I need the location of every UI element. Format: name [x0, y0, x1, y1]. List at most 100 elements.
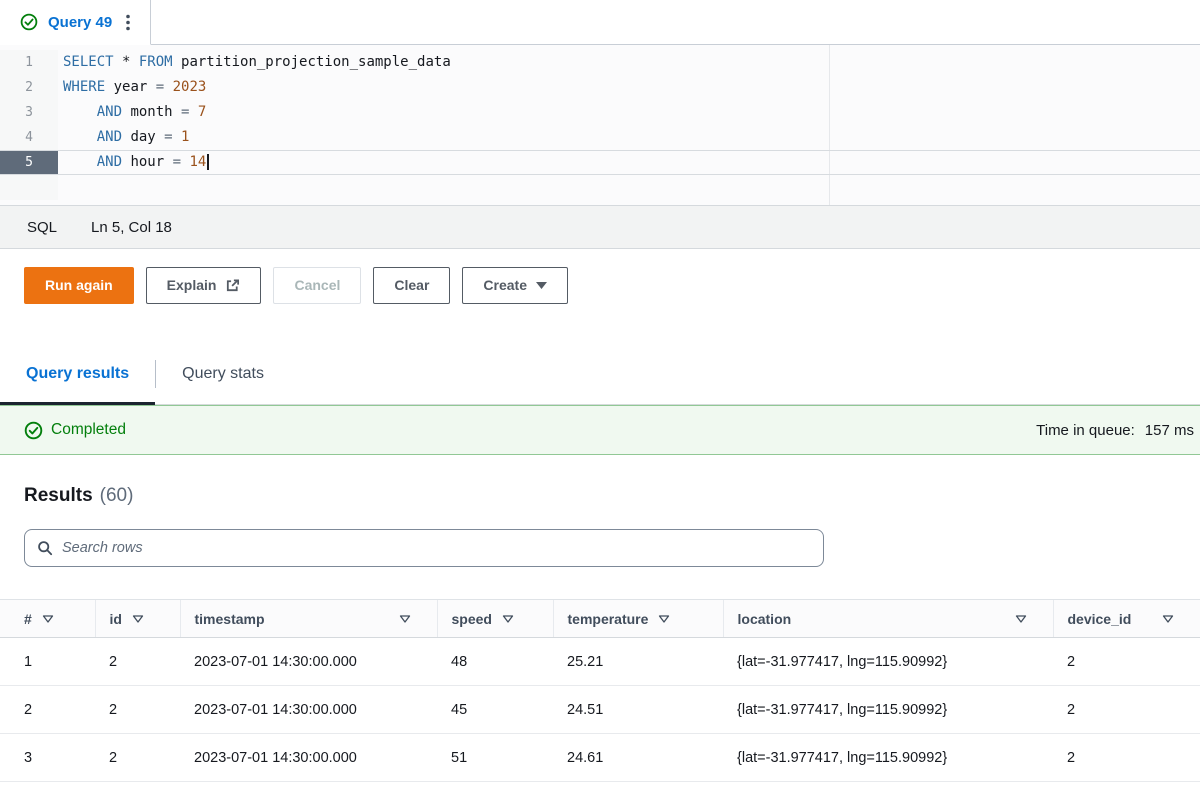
status-completed: Completed — [24, 421, 126, 440]
search-rows-input[interactable] — [62, 540, 811, 556]
table-row: 3 2 2023-07-01 14:30:00.000 51 24.61 {la… — [0, 734, 1200, 782]
line-number-empty — [0, 175, 58, 200]
filter-caret-icon[interactable] — [502, 615, 514, 623]
run-again-button[interactable]: Run again — [24, 267, 134, 304]
cell-device-id: 2 — [1053, 686, 1200, 734]
time-in-queue-value: 157 ms — [1145, 422, 1194, 439]
column-header-id[interactable]: id — [95, 600, 180, 638]
column-header-temperature[interactable]: temperature — [553, 600, 723, 638]
explain-button-label: Explain — [167, 277, 217, 294]
check-circle-icon — [20, 13, 38, 31]
text-cursor — [207, 154, 209, 170]
line-number: 4 — [0, 125, 58, 150]
code-line: 3 AND month = 7 — [0, 100, 1200, 125]
cursor-position-label: Ln 5, Col 18 — [91, 219, 172, 236]
tab-query-results[interactable]: Query results — [0, 344, 155, 404]
cell-device-id: 2 — [1053, 734, 1200, 782]
tab-query-stats-label: Query stats — [182, 365, 264, 383]
line-number: 1 — [0, 50, 58, 75]
code-line: 1 SELECT * FROM partition_projection_sam… — [0, 50, 1200, 75]
line-number: 3 — [0, 100, 58, 125]
query-tab-bar: Query 49 — [0, 0, 1200, 45]
code-text: SELECT * FROM partition_projection_sampl… — [58, 50, 1200, 75]
cell-temperature: 24.51 — [553, 686, 723, 734]
column-label: id — [110, 611, 122, 627]
cell-device-id: 2 — [1053, 638, 1200, 686]
cell-speed: 48 — [437, 638, 553, 686]
cell-temperature: 25.21 — [553, 638, 723, 686]
filter-caret-icon[interactable] — [399, 615, 411, 623]
cell-id: 2 — [95, 734, 180, 782]
line-number: 2 — [0, 75, 58, 100]
results-tab-bar: Query results Query stats — [0, 344, 1200, 405]
cell-location: {lat=-31.977417, lng=115.90992} — [723, 686, 1053, 734]
search-row — [0, 529, 1200, 567]
caret-down-icon — [536, 282, 547, 289]
time-in-queue-label: Time in queue: — [1036, 422, 1135, 439]
cell-temperature: 24.61 — [553, 734, 723, 782]
filter-caret-icon[interactable] — [42, 615, 54, 623]
cancel-button[interactable]: Cancel — [273, 267, 361, 304]
code-text: AND month = 7 — [58, 100, 1200, 125]
create-button-label: Create — [483, 277, 527, 294]
editor-language-label: SQL — [27, 219, 57, 236]
code-text: AND day = 1 — [58, 125, 1200, 150]
cell-index: 3 — [0, 734, 95, 782]
search-icon — [37, 540, 53, 556]
filter-caret-icon[interactable] — [1015, 615, 1027, 623]
filter-caret-icon[interactable] — [1162, 615, 1174, 623]
column-label: device_id — [1068, 611, 1132, 627]
column-header-location[interactable]: location — [723, 600, 1053, 638]
results-count: (60) — [100, 485, 134, 507]
check-circle-icon — [24, 421, 43, 440]
table-header-row: # id timestamp speed temperature locatio… — [0, 600, 1200, 638]
cell-index: 2 — [0, 686, 95, 734]
time-in-queue: Time in queue: 157 ms — [1036, 422, 1194, 439]
table-row: 1 2 2023-07-01 14:30:00.000 48 25.21 {la… — [0, 638, 1200, 686]
column-label: timestamp — [195, 611, 265, 627]
table-row: 2 2 2023-07-01 14:30:00.000 45 24.51 {la… — [0, 686, 1200, 734]
column-label: location — [738, 611, 792, 627]
cell-timestamp: 2023-07-01 14:30:00.000 — [180, 734, 437, 782]
results-table: # id timestamp speed temperature locatio… — [0, 599, 1200, 782]
tab-query-stats[interactable]: Query stats — [156, 344, 290, 404]
column-header-speed[interactable]: speed — [437, 600, 553, 638]
explain-button[interactable]: Explain — [146, 267, 262, 304]
search-box[interactable] — [24, 529, 824, 567]
editor-status-bar: SQL Ln 5, Col 18 — [0, 205, 1200, 249]
line-number: 5 — [0, 151, 58, 174]
kebab-menu-icon[interactable] — [122, 12, 134, 33]
filter-caret-icon[interactable] — [132, 615, 144, 623]
column-label: speed — [452, 611, 492, 627]
cell-id: 2 — [95, 686, 180, 734]
tab-query-results-label: Query results — [26, 365, 129, 383]
cell-location: {lat=-31.977417, lng=115.90992} — [723, 638, 1053, 686]
code-line: 4 AND day = 1 — [0, 125, 1200, 150]
cell-speed: 51 — [437, 734, 553, 782]
column-label: # — [24, 611, 32, 627]
external-link-icon — [225, 278, 240, 293]
results-heading: Results (60) — [0, 455, 1200, 529]
column-header-device-id[interactable]: device_id — [1053, 600, 1200, 638]
query-action-buttons: Run again Explain Cancel Clear Create — [0, 249, 1200, 344]
filter-caret-icon[interactable] — [658, 615, 670, 623]
code-line-active: 5 AND hour = 14 — [0, 150, 1200, 175]
status-completed-label: Completed — [51, 421, 126, 439]
query-status-banner: Completed Time in queue: 157 ms — [0, 405, 1200, 455]
column-label: temperature — [568, 611, 649, 627]
code-text: AND hour = 14 — [58, 151, 1200, 174]
code-text — [58, 175, 1200, 200]
column-header-timestamp[interactable]: timestamp — [180, 600, 437, 638]
code-text: WHERE year = 2023 — [58, 75, 1200, 100]
tab-query-49[interactable]: Query 49 — [0, 0, 151, 45]
cell-index: 1 — [0, 638, 95, 686]
column-header-index[interactable]: # — [0, 600, 95, 638]
cell-speed: 45 — [437, 686, 553, 734]
create-button[interactable]: Create — [462, 267, 568, 304]
clear-button[interactable]: Clear — [373, 267, 450, 304]
cell-id: 2 — [95, 638, 180, 686]
sql-editor[interactable]: 1 SELECT * FROM partition_projection_sam… — [0, 45, 1200, 205]
code-line: 2 WHERE year = 2023 — [0, 75, 1200, 100]
cell-timestamp: 2023-07-01 14:30:00.000 — [180, 686, 437, 734]
cell-location: {lat=-31.977417, lng=115.90992} — [723, 734, 1053, 782]
